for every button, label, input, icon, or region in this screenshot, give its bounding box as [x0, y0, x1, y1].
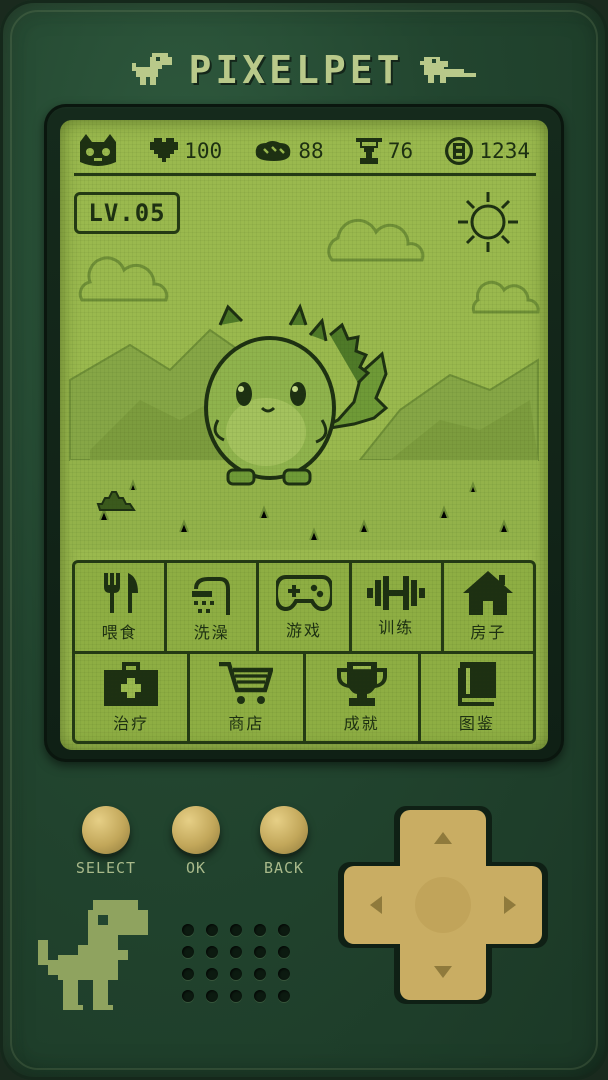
- dpad: [338, 800, 548, 1010]
- fork-knife-icon: [103, 573, 138, 613]
- menu-achievements-button[interactable]: 成就: [306, 654, 421, 741]
- dino-emblem-icon: [38, 900, 148, 1010]
- sun-icon: [458, 192, 518, 252]
- pet-dinosaur: [204, 303, 389, 486]
- menu-label: 训练: [378, 618, 415, 637]
- level-badge: LV.05: [74, 192, 180, 234]
- bread-icon: [256, 140, 291, 161]
- cloud-icon: [471, 280, 540, 314]
- book-icon: [453, 661, 496, 706]
- menu-collection-button[interactable]: 图鉴: [421, 654, 533, 741]
- trophy-stat: 76: [355, 137, 414, 164]
- handheld-device: PIXELPET 100 88 76 1234 LV.05 喂食 洗澡 游戏 训…: [0, 0, 608, 1080]
- ok-label: OK: [185, 859, 207, 877]
- goblet-icon: [355, 137, 382, 164]
- menu-label: 洗澡: [193, 623, 230, 642]
- coin-icon: [445, 136, 474, 165]
- menu-label: 图鉴: [458, 713, 495, 733]
- brand-header: PIXELPET: [0, 48, 608, 92]
- speaker-grille: [182, 922, 302, 1014]
- health-value: 100: [184, 138, 223, 163]
- arrow-left-icon: [370, 896, 382, 914]
- ok-button[interactable]: [172, 806, 220, 854]
- dino-right-icon: [419, 57, 476, 83]
- house-icon: [463, 571, 514, 615]
- back-label: BACK: [263, 859, 305, 877]
- brand-title: PIXELPET: [188, 48, 404, 92]
- cart-icon: [219, 661, 274, 704]
- menu-feed-button[interactable]: 喂食: [75, 563, 168, 651]
- pet-scene: [69, 192, 540, 550]
- select-label: SELECT: [75, 859, 137, 877]
- heart-icon: [150, 137, 179, 162]
- dumbbell-icon: [367, 576, 426, 610]
- trophy-value: 76: [387, 138, 414, 163]
- dpad-right[interactable]: [484, 884, 534, 926]
- dpad-down[interactable]: [422, 946, 464, 996]
- shower-icon: [191, 577, 230, 615]
- trophy-icon: [336, 661, 387, 706]
- dpad-left[interactable]: [352, 884, 402, 926]
- menu-row-2: 治疗 商店 成就 图鉴: [75, 654, 533, 741]
- menu-play-button[interactable]: 游戏: [259, 563, 352, 651]
- medkit-icon: [104, 661, 159, 706]
- cloud-icon: [327, 218, 425, 262]
- coin-value: 1234: [479, 138, 530, 163]
- food-value: 88: [298, 138, 324, 163]
- lcd-screen: 100 88 76 1234 LV.05 喂食 洗澡 游戏 训练 房子 治疗 商…: [60, 120, 548, 750]
- menu-label: 游戏: [286, 621, 323, 640]
- arrow-up-icon: [434, 832, 452, 844]
- menu-label: 成就: [343, 713, 380, 733]
- menu-label: 商店: [228, 713, 265, 733]
- health-stat: 100: [150, 137, 223, 164]
- pet-face-icon: [80, 133, 116, 166]
- action-menu: 喂食 洗澡 游戏 训练 房子 治疗 商店 成就 图鉴: [72, 560, 536, 744]
- menu-row-1: 喂食 洗澡 游戏 训练 房子: [75, 563, 533, 654]
- coin-stat: 1234: [445, 136, 530, 165]
- menu-shop-button[interactable]: 商店: [190, 654, 306, 741]
- menu-label: 喂食: [101, 623, 138, 642]
- menu-house-button[interactable]: 房子: [444, 563, 533, 651]
- mood-stat: [78, 133, 118, 168]
- arrow-right-icon: [504, 896, 516, 914]
- back-button[interactable]: [260, 806, 308, 854]
- dino-left-icon: [132, 53, 173, 85]
- menu-train-button[interactable]: 训练: [352, 563, 444, 651]
- menu-bath-button[interactable]: 洗澡: [167, 563, 260, 651]
- select-button[interactable]: [82, 806, 130, 854]
- arrow-down-icon: [434, 966, 452, 978]
- dpad-up[interactable]: [422, 814, 464, 864]
- gamepad-icon: [276, 575, 332, 612]
- menu-heal-button[interactable]: 治疗: [75, 654, 191, 741]
- status-bar: 100 88 76 1234: [74, 132, 536, 176]
- cloud-icon: [78, 256, 169, 302]
- menu-label: 治疗: [113, 713, 150, 733]
- menu-label: 房子: [470, 623, 507, 642]
- food-stat: 88: [254, 138, 324, 163]
